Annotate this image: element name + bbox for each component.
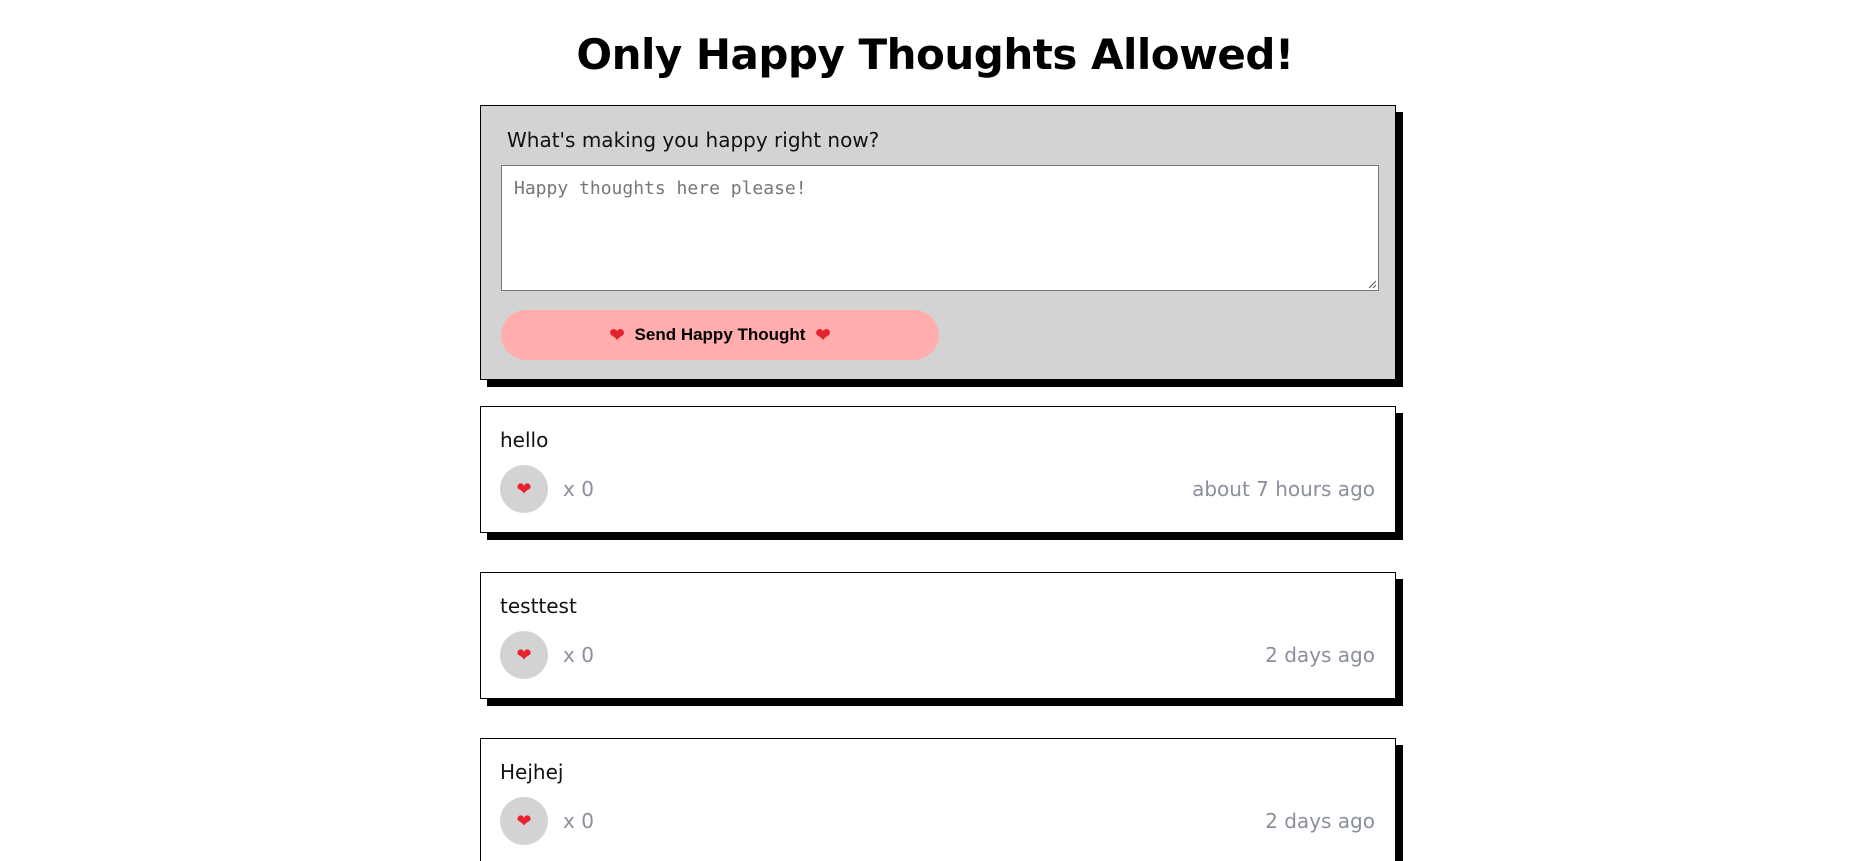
send-thought-button[interactable]: ❤ Send Happy Thought ❤ [501, 310, 939, 360]
thought-card: testtest ❤ x 0 2 days ago [480, 572, 1396, 699]
like-button[interactable]: ❤ [500, 631, 548, 679]
thought-card: Hejhej ❤ x 0 2 days ago [480, 738, 1396, 861]
thought-timestamp: 2 days ago [1265, 643, 1375, 667]
thought-card: hello ❤ x 0 about 7 hours ago [480, 406, 1396, 533]
resize-handle-icon[interactable] [1367, 279, 1377, 289]
thought-form-label: What's making you happy right now? [507, 128, 880, 152]
like-count: x 0 [563, 809, 594, 833]
heart-icon: ❤ [516, 645, 532, 665]
page-title: Only Happy Thoughts Allowed! [576, 30, 1294, 79]
thought-message: hello [500, 428, 549, 452]
heart-icon: ❤ [516, 479, 532, 499]
heart-icon: ❤ [815, 325, 831, 345]
thought-message: testtest [500, 594, 577, 618]
like-count: x 0 [563, 477, 594, 501]
heart-icon: ❤ [609, 325, 625, 345]
thought-timestamp: 2 days ago [1265, 809, 1375, 833]
thought-form: What's making you happy right now? ❤ Sen… [480, 105, 1396, 380]
page: Only Happy Thoughts Allowed! What's maki… [0, 0, 1870, 861]
thought-message: Hejhej [500, 760, 564, 784]
send-thought-label: Send Happy Thought [634, 325, 806, 344]
heart-icon: ❤ [516, 811, 532, 831]
thought-timestamp: about 7 hours ago [1192, 477, 1375, 501]
like-count: x 0 [563, 643, 594, 667]
like-button[interactable]: ❤ [500, 797, 548, 845]
thought-input[interactable] [501, 165, 1379, 291]
like-button[interactable]: ❤ [500, 465, 548, 513]
